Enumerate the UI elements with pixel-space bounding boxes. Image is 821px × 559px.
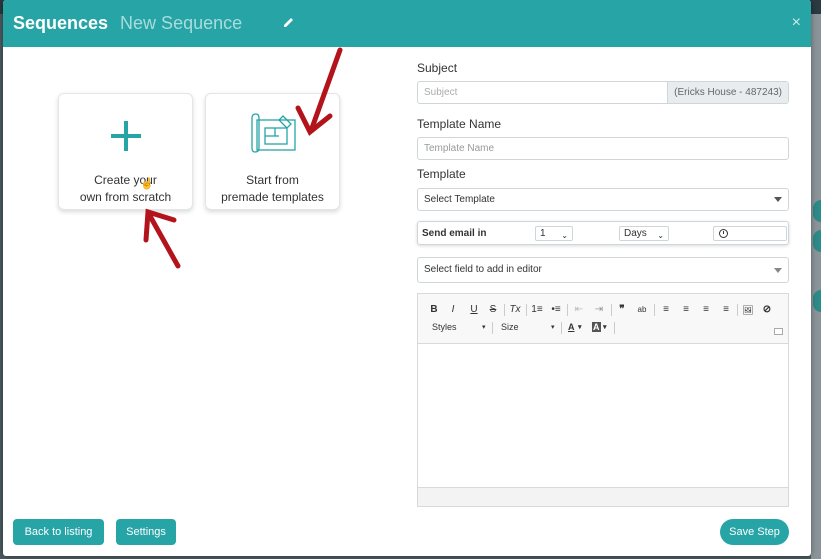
- back-to-listing-button[interactable]: Back to listing: [13, 519, 104, 545]
- editor-field-select-value: Select field to add in editor: [424, 264, 542, 275]
- editor-field-select[interactable]: Select field to add in editor: [417, 257, 789, 283]
- create-from-scratch-card[interactable]: Create your own from scratch: [58, 93, 193, 210]
- caret-icon: ▾: [482, 324, 486, 331]
- save-step-button[interactable]: Save Step: [720, 519, 789, 545]
- text-color-button[interactable]: A ▾: [568, 322, 582, 332]
- clock-icon: [719, 229, 728, 238]
- editor-status-bar: [418, 487, 788, 506]
- template-select[interactable]: Select Template: [417, 188, 789, 211]
- time-input[interactable]: [713, 226, 787, 241]
- pencil-icon[interactable]: [282, 15, 296, 29]
- card-label: Start from premade templates: [221, 173, 324, 204]
- remove-format-button[interactable]: Tx: [509, 304, 521, 316]
- template-select-value: Select Template: [424, 194, 495, 205]
- caret-icon: ▾: [578, 324, 582, 331]
- subject-field[interactable]: Subject (Ericks House - 487243): [417, 81, 789, 104]
- toolbar-divider: [561, 322, 562, 334]
- send-unit-value: Days: [624, 228, 647, 239]
- sequence-name[interactable]: New Sequence: [120, 13, 242, 34]
- blockquote-button[interactable]: ❞: [616, 304, 628, 316]
- bold-button[interactable]: B: [428, 304, 440, 316]
- toolbar-divider: [504, 304, 505, 316]
- background-element: [813, 290, 821, 312]
- send-email-row: Send email in 1 ⌄ Days ⌄: [417, 221, 789, 245]
- send-unit-select[interactable]: Days ⌄: [619, 226, 669, 241]
- rich-text-editor: B I U S Tx 1≡ •≡ ⇤ ⇥ ❞ ab ≡ ≡ ≡ ≡ 🖼 ⊘ St…: [417, 293, 789, 507]
- template-name-label: Template Name: [417, 117, 502, 131]
- size-combo[interactable]: Size ▾: [501, 322, 561, 332]
- modal-title: Sequences: [13, 13, 109, 33]
- strike-button[interactable]: S: [487, 304, 499, 316]
- template-label: Template: [417, 167, 466, 181]
- subject-label: Subject: [417, 61, 458, 75]
- caret-icon: ▾: [551, 324, 555, 331]
- background-element: [813, 230, 821, 252]
- justify-button[interactable]: ≡: [720, 304, 732, 316]
- bg-color-button[interactable]: A ▾: [592, 322, 607, 332]
- card-label: Create your own from scratch: [79, 173, 172, 204]
- toolbar-divider: [492, 322, 493, 334]
- toolbar-divider: [526, 304, 527, 316]
- align-right-button[interactable]: ≡: [700, 304, 712, 316]
- numbered-list-button[interactable]: 1≡: [531, 304, 543, 316]
- bg-color-label: A: [593, 322, 600, 332]
- toolbar-divider: [737, 304, 738, 316]
- align-left-button[interactable]: ≡: [660, 304, 672, 316]
- styles-combo-label: Styles: [432, 322, 457, 332]
- image-button[interactable]: 🖼: [742, 304, 754, 316]
- plus-icon: [110, 121, 141, 151]
- size-combo-label: Size: [501, 322, 519, 332]
- bidi-button[interactable]: ab: [636, 304, 648, 316]
- text-color-label: A: [568, 322, 575, 332]
- chevron-down-icon: [774, 197, 782, 202]
- toolbar-divider: [654, 304, 655, 316]
- toolbar-divider: [611, 304, 612, 316]
- subject-input[interactable]: Subject: [418, 82, 667, 103]
- embed-button[interactable]: ⊘: [761, 304, 773, 316]
- close-icon[interactable]: ×: [792, 13, 801, 33]
- hand-cursor-icon: ☝: [140, 178, 154, 190]
- collapse-toolbar-icon[interactable]: [774, 328, 783, 335]
- sequence-modal: Sequences New Sequence × Create your own…: [3, 0, 811, 556]
- editor-toolbar: B I U S Tx 1≡ •≡ ⇤ ⇥ ❞ ab ≡ ≡ ≡ ≡ 🖼 ⊘ St…: [418, 294, 788, 344]
- underline-button[interactable]: U: [468, 304, 480, 316]
- chevron-down-icon: ⌄: [561, 231, 568, 240]
- align-center-button[interactable]: ≡: [680, 304, 692, 316]
- send-email-label: Send email in: [422, 228, 487, 239]
- italic-button[interactable]: I: [447, 304, 459, 316]
- toolbar-divider: [567, 304, 568, 316]
- send-amount-value: 1: [540, 228, 546, 239]
- premade-templates-card[interactable]: Start from premade templates: [205, 93, 340, 210]
- chevron-down-icon: ⌄: [657, 231, 664, 240]
- styles-combo[interactable]: Styles ▾: [432, 322, 492, 332]
- caret-icon: ▾: [603, 324, 607, 331]
- background-element: [813, 200, 821, 222]
- send-amount-select[interactable]: 1 ⌄: [535, 226, 573, 241]
- settings-button[interactable]: Settings: [116, 519, 176, 545]
- template-name-input[interactable]: Template Name: [417, 137, 789, 160]
- indent-button[interactable]: ⇥: [593, 304, 605, 316]
- blueprint-icon: [251, 113, 296, 153]
- subject-addon: (Ericks House - 487243): [667, 82, 788, 103]
- bullet-list-button[interactable]: •≡: [550, 304, 562, 316]
- toolbar-divider: [614, 322, 615, 334]
- chevron-down-icon: [774, 268, 782, 273]
- modal-header: Sequences New Sequence ×: [3, 0, 811, 47]
- outdent-button[interactable]: ⇤: [573, 304, 585, 316]
- background-page: [811, 14, 821, 559]
